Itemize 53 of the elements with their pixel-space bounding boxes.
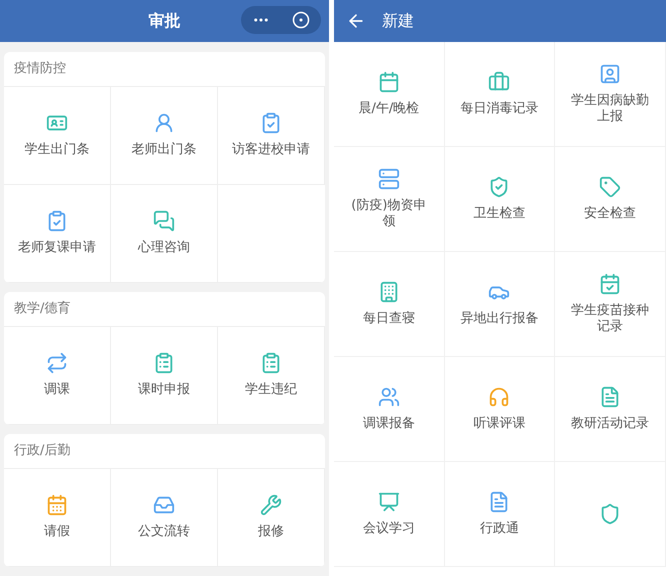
chat-icon — [153, 210, 175, 232]
app-tile[interactable]: 心理咨询 — [111, 185, 218, 283]
app-tile[interactable]: 老师出门条 — [111, 87, 218, 185]
calendar-icon — [378, 70, 400, 93]
app-tile[interactable]: 异地出行报备 — [444, 252, 556, 357]
app-tile[interactable]: 教研活动记录 — [555, 357, 666, 462]
server-icon — [378, 168, 400, 190]
app-tile[interactable]: 学生疫苗接种记录 — [555, 252, 666, 357]
app-tile[interactable]: 公文流转 — [111, 469, 218, 567]
document-icon — [599, 386, 622, 408]
app-tile[interactable]: 调课报备 — [334, 357, 445, 462]
app-tile[interactable]: 听课评课 — [444, 357, 556, 462]
app-tile[interactable] — [555, 462, 666, 567]
target-icon[interactable] — [292, 11, 310, 29]
app-tile[interactable]: 课时申报 — [111, 327, 218, 425]
window-title: 审批 — [148, 10, 180, 32]
app-tile[interactable]: 行政通 — [444, 462, 556, 567]
app-tile[interactable]: 会议学习 — [334, 462, 445, 567]
user-card-icon — [599, 62, 622, 85]
repeat-icon — [46, 352, 68, 374]
presentation-icon — [378, 490, 400, 513]
app-tile[interactable]: 卫生检查 — [444, 147, 556, 252]
app-tile[interactable]: 报修 — [218, 469, 325, 567]
user-icon — [153, 112, 175, 134]
app-tile[interactable]: (防疫)物资申领 — [334, 147, 445, 252]
app-tile[interactable]: 安全检查 — [555, 147, 666, 252]
headphones-icon — [488, 386, 510, 408]
tag-icon — [599, 176, 622, 198]
window-title: 新建 — [382, 10, 414, 32]
app-tile[interactable]: 老师复课申请 — [4, 185, 111, 283]
app-tile[interactable]: 每日查寝 — [334, 252, 445, 357]
app-tile[interactable]: 请假 — [4, 469, 111, 567]
calendar-icon — [599, 272, 622, 295]
app-tile[interactable]: 访客进校申请 — [218, 87, 325, 185]
clipboard-check-icon — [260, 112, 282, 134]
clipboard-icon — [260, 352, 282, 374]
calendar-icon — [46, 494, 68, 516]
app-tile[interactable]: 每日消毒记录 — [444, 42, 556, 147]
clipboard-icon — [153, 352, 175, 374]
shield-icon — [488, 176, 510, 198]
shield-icon — [599, 503, 622, 525]
capsule-menu[interactable] — [241, 6, 321, 34]
briefcase-icon — [488, 70, 510, 93]
users-icon — [378, 386, 400, 408]
app-tile[interactable]: 晨/午/晚检 — [334, 42, 445, 147]
inbox-icon — [153, 494, 175, 516]
clipboard-check-icon — [46, 210, 68, 232]
app-tile[interactable]: 调课 — [4, 327, 111, 425]
app-tile[interactable]: 学生因病缺勤上报 — [555, 42, 666, 147]
app-tile[interactable]: 学生出门条 — [4, 87, 111, 185]
wrench-icon — [260, 494, 282, 516]
app-tile[interactable]: 学生违纪 — [218, 327, 325, 425]
document-icon — [488, 490, 510, 513]
